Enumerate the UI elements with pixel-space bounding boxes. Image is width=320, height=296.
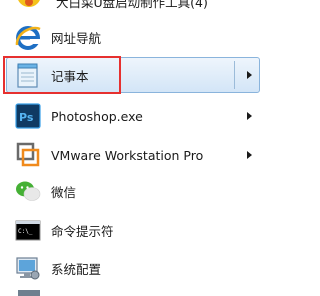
- svg-text:Ps: Ps: [19, 111, 34, 124]
- menu-item-system-config[interactable]: 系统配置: [6, 250, 260, 286]
- partial-top-item[interactable]: 大白菜U盘启动制作工具(4): [6, 0, 260, 10]
- start-menu: 大白菜U盘启动制作工具(4) 网址导航 记事本 Ps Photoshop.exe…: [0, 0, 260, 296]
- submenu-arrow-icon[interactable]: [247, 112, 252, 120]
- menu-item-label: 网址导航: [51, 30, 102, 46]
- internet-explorer-icon: [15, 26, 42, 50]
- submenu-arrow-icon[interactable]: [247, 151, 252, 159]
- menu-item-web-navigation[interactable]: 网址导航: [6, 19, 260, 55]
- partial-top-label: 大白菜U盘启动制作工具(4): [56, 0, 208, 10]
- menu-item-notepad[interactable]: 记事本: [6, 57, 260, 93]
- menu-item-vmware[interactable]: VMware Workstation Pro: [6, 137, 260, 173]
- app-icon: [18, 290, 40, 296]
- menu-item-command-prompt[interactable]: C:\_ 命令提示符: [6, 212, 260, 248]
- notepad-icon: [17, 63, 38, 88]
- menu-item-photoshop[interactable]: Ps Photoshop.exe: [6, 98, 260, 134]
- menu-item-label: 记事本: [51, 68, 89, 84]
- wechat-icon: [16, 181, 41, 201]
- hover-background: [6, 57, 260, 93]
- app-icon: [18, 0, 40, 7]
- system-config-icon: [16, 257, 40, 280]
- menu-item-label: 微信: [51, 184, 77, 200]
- menu-item-label: VMware Workstation Pro: [51, 147, 204, 163]
- svg-text:C:\_: C:\_: [18, 228, 33, 235]
- partial-bottom-item[interactable]: [6, 290, 260, 296]
- photoshop-icon: Ps: [15, 103, 41, 129]
- vmware-icon: [16, 142, 40, 167]
- menu-item-label: 命令提示符: [51, 223, 114, 239]
- menu-item-label: 系统配置: [51, 261, 102, 277]
- menu-item-label: Photoshop.exe: [51, 108, 143, 124]
- split-divider: [234, 61, 235, 89]
- menu-item-wechat[interactable]: 微信: [6, 173, 260, 209]
- submenu-arrow-icon[interactable]: [247, 71, 252, 79]
- command-prompt-icon: C:\_: [15, 220, 41, 241]
